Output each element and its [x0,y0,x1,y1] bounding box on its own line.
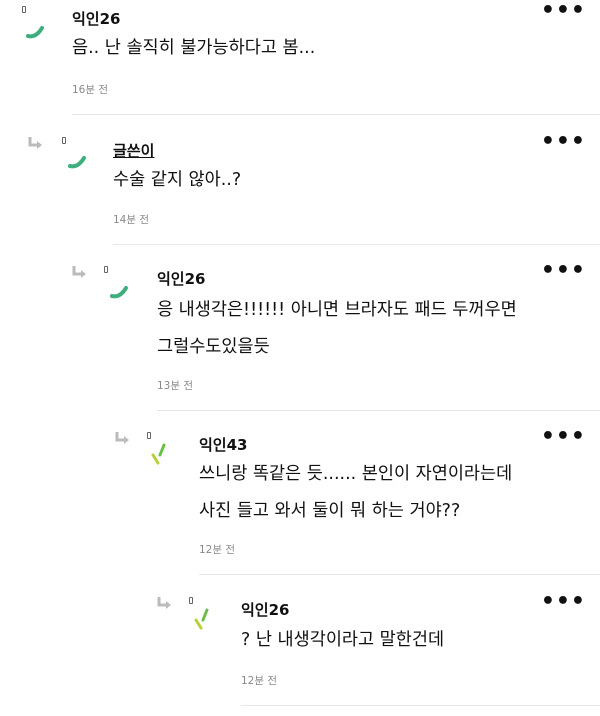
comment-author[interactable]: 익인26 [241,599,289,620]
more-options-button[interactable]: ••• [541,260,586,282]
more-options-button[interactable]: ••• [541,591,586,613]
comment-author[interactable]: 익인43 [199,434,247,455]
comment-body: ? 난 내생각이라고 말한건데 [241,630,445,650]
comment-timestamp: 16분 전 [72,84,109,96]
avatar [26,26,44,39]
comment-body: 수술 같지 않아..? [113,170,242,190]
comment-timestamp: 12분 전 [199,544,236,556]
comment-timestamp: 14분 전 [113,214,150,226]
anon-badge-icon [147,432,151,439]
anon-badge-icon [22,6,26,13]
reply-arrow-icon [157,597,171,609]
divider [113,244,600,245]
divider [199,574,600,575]
avatar [151,443,166,465]
reply-arrow-icon [72,266,86,278]
comment-body: 음.. 난 솔직히 불가능하다고 봄... [72,38,316,58]
divider [72,114,600,115]
reply-arrow-icon [115,432,129,444]
comment-body-line: 사진 들고 와서 둘이 뭐 하는 거야?? [199,501,461,521]
anon-badge-icon [104,266,108,273]
divider [157,410,600,411]
comment-body-line: 쓰니랑 똑같은 듯...... 본인이 자연이라는데 [199,464,513,484]
more-options-button[interactable]: ••• [541,131,586,153]
avatar [68,156,86,169]
comment-author[interactable]: 익인26 [157,268,205,289]
comment-author[interactable]: 글쓴이 [113,140,154,161]
avatar [194,608,209,630]
comment-timestamp: 13분 전 [157,380,194,392]
comment-body-line: 그럴수도있을듯 [157,337,270,357]
comment-timestamp: 12분 전 [241,675,278,687]
anon-badge-icon [189,597,193,604]
divider [241,705,600,706]
more-options-button[interactable]: ••• [541,0,586,22]
comment-body-line: 응 내생각은!!!!!! 아니면 브라자도 패드 두꺼우면 [157,300,517,320]
anon-badge-icon [62,137,66,144]
reply-arrow-icon [28,137,42,149]
more-options-button[interactable]: ••• [541,426,586,448]
comment-author[interactable]: 익인26 [72,8,120,29]
avatar [110,286,128,299]
